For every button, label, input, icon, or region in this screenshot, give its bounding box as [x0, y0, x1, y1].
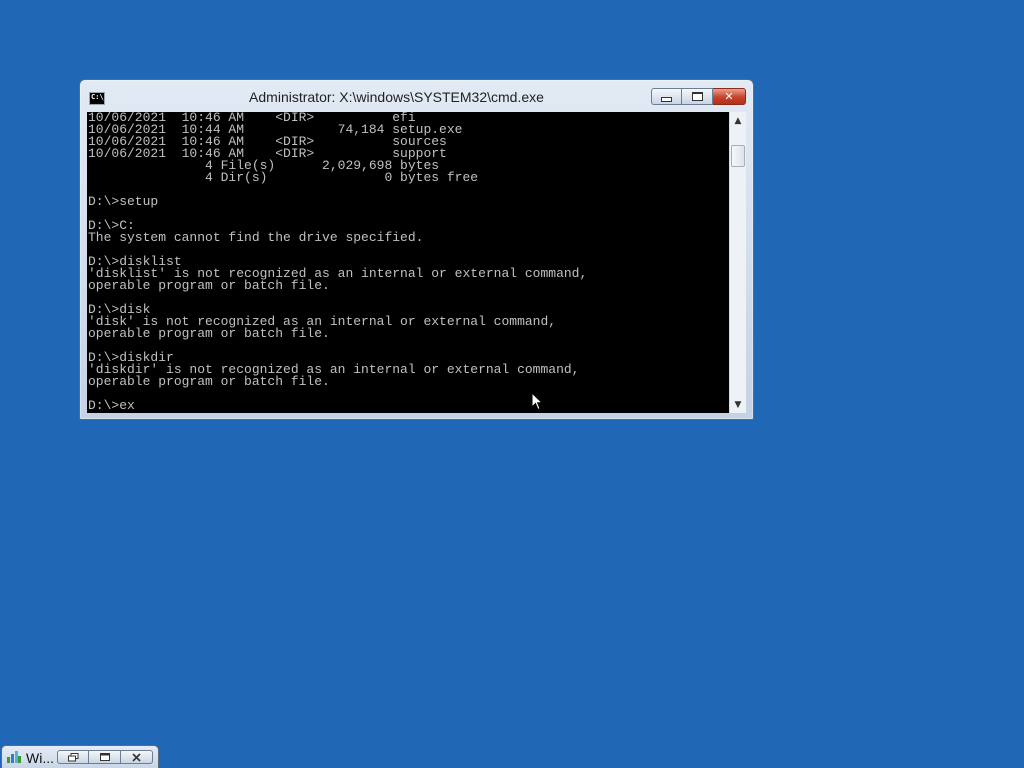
console-line: The system cannot find the drive specifi… — [88, 230, 424, 245]
restore-icon — [67, 752, 78, 761]
scroll-down-icon: ▼ — [734, 399, 742, 410]
console-line: operable program or batch file. — [88, 374, 330, 389]
console-output[interactable]: 10/06/2021 10:46 AM <DIR> efi 10/06/2021 … — [87, 112, 729, 413]
maximize-button[interactable] — [682, 88, 713, 105]
maximize-icon — [99, 753, 110, 761]
vertical-scrollbar[interactable]: ▲ ▼ — [729, 112, 746, 413]
console-line: D:\>ex — [88, 398, 135, 413]
title-bar[interactable]: C:\_ Administrator: X:\windows\SYSTEM32\… — [80, 80, 753, 110]
maximize-button-minimized[interactable] — [89, 750, 121, 764]
minimize-button[interactable] — [651, 88, 682, 105]
cmd-window: C:\_ Administrator: X:\windows\SYSTEM32\… — [79, 79, 754, 420]
minimized-window[interactable]: Wi... — [1, 745, 159, 768]
minimize-icon — [661, 97, 672, 102]
scroll-down-button[interactable]: ▼ — [730, 396, 746, 413]
console-line: operable program or batch file. — [88, 278, 330, 293]
caption-buttons: ✕ — [651, 88, 746, 106]
console-line: 4 Dir(s) 0 bytes free — [88, 170, 479, 185]
console-lines: 10/06/2021 10:46 AM <DIR> efi 10/06/2021 … — [87, 112, 729, 412]
console-line: D:\>setup — [88, 194, 159, 209]
close-icon: ✕ — [724, 90, 734, 103]
scroll-up-icon: ▲ — [734, 115, 742, 126]
minimized-window-buttons — [57, 750, 153, 764]
scroll-thumb[interactable] — [731, 145, 745, 167]
scroll-up-button[interactable]: ▲ — [730, 112, 746, 129]
maximize-icon — [691, 92, 703, 101]
close-button-minimized[interactable] — [121, 750, 153, 764]
console-line: operable program or batch file. — [88, 326, 330, 341]
mouse-cursor-icon — [531, 392, 543, 411]
restore-button[interactable] — [57, 750, 89, 764]
close-icon — [132, 752, 141, 762]
close-button[interactable]: ✕ — [713, 88, 746, 105]
setup-icon — [7, 751, 21, 763]
minimized-window-title: Wi... — [26, 750, 54, 766]
